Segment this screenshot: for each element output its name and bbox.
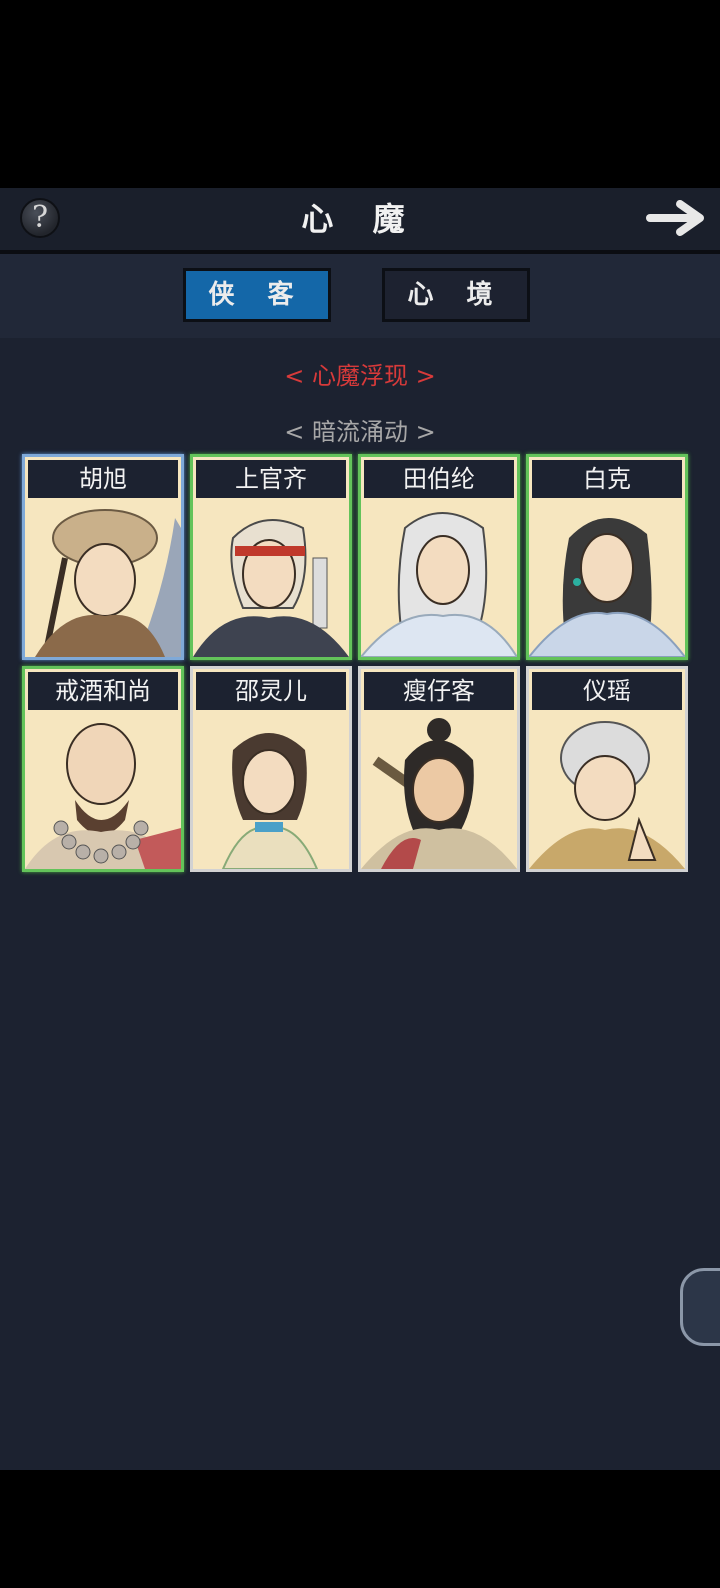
character-card[interactable]: 瘦仔客 <box>358 666 520 872</box>
character-name: 胡旭 <box>28 460 178 498</box>
portrait-fur-hat-icon <box>25 498 181 657</box>
header-bar: ? 心 魔 <box>0 188 720 254</box>
character-name: 瘦仔客 <box>364 672 514 710</box>
character-card[interactable]: 田伯纶 <box>358 454 520 660</box>
character-name: 邵灵儿 <box>196 672 346 710</box>
character-name: 仪瑶 <box>532 672 682 710</box>
tab-bar: 侠 客 心 境 <box>0 254 720 338</box>
portrait-headband-icon <box>193 498 349 657</box>
portrait-nun-icon <box>529 710 685 869</box>
portrait-long-hair-icon <box>361 498 517 657</box>
portrait-girl-icon <box>193 710 349 869</box>
section-title-red: < 心魔浮现 > <box>284 362 436 390</box>
character-name: 白克 <box>532 460 682 498</box>
portrait-monk-icon <box>25 710 181 869</box>
tab-xiake[interactable]: 侠 客 <box>183 268 331 322</box>
character-name: 戒酒和尚 <box>28 672 178 710</box>
arrow-right-icon[interactable] <box>646 198 706 238</box>
character-card[interactable]: 戒酒和尚 <box>22 666 184 872</box>
section-title-gray: < 暗流涌动 > <box>284 418 436 446</box>
character-name: 上官齐 <box>196 460 346 498</box>
character-card[interactable]: 邵灵儿 <box>190 666 352 872</box>
character-card[interactable]: 上官齐 <box>190 454 352 660</box>
portrait-earring-icon <box>529 498 685 657</box>
character-card[interactable]: 仪瑶 <box>526 666 688 872</box>
tab-xinjing[interactable]: 心 境 <box>382 268 530 322</box>
character-card[interactable]: 白克 <box>526 454 688 660</box>
character-name: 田伯纶 <box>364 460 514 498</box>
side-panel-button[interactable] <box>680 1268 720 1346</box>
app-screen: ? 心 魔 侠 客 心 境 < 心魔浮现 > < 暗流涌动 > 胡旭 上官齐 田… <box>0 188 720 1470</box>
portrait-warrior-icon <box>361 710 517 869</box>
page-title: 心 魔 <box>301 200 419 238</box>
character-card[interactable]: 胡旭 <box>22 454 184 660</box>
